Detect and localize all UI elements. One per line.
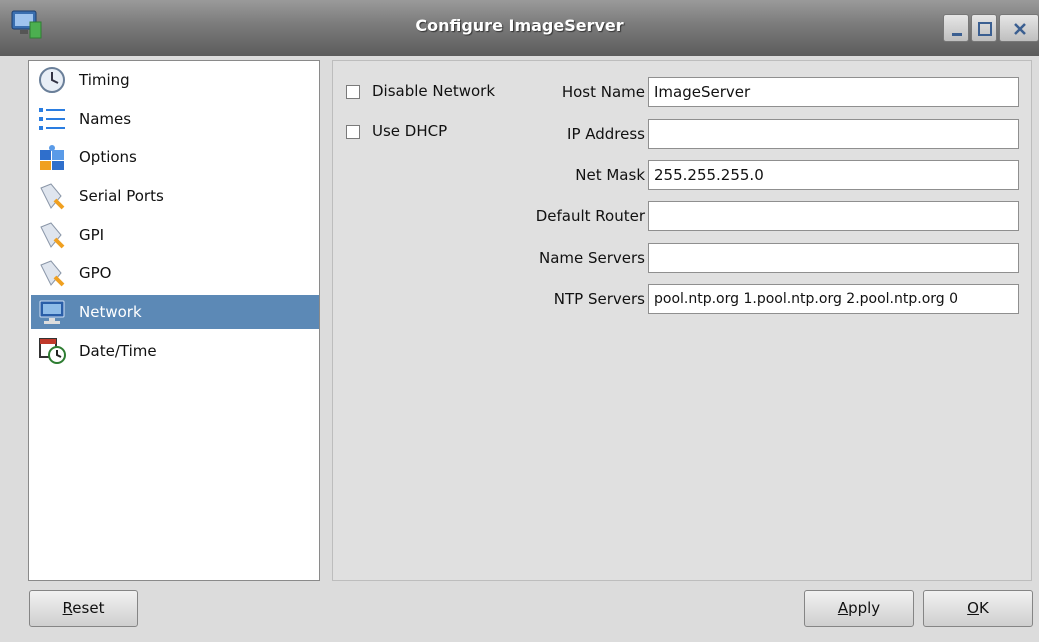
use-dhcp-checkbox[interactable] [346, 125, 360, 139]
apply-label: pply [848, 599, 881, 617]
apply-button[interactable]: Apply [804, 590, 914, 627]
default-router-field[interactable] [648, 201, 1019, 231]
calendar-clock-icon [39, 338, 66, 364]
close-button[interactable] [999, 14, 1039, 42]
default-router-label: Default Router [535, 207, 645, 225]
sidebar-item-gpo[interactable]: GPO [31, 256, 319, 290]
ip-address-field[interactable] [648, 119, 1019, 149]
ok-mnemonic: O [967, 599, 979, 617]
sidebar-item-label: GPI [79, 226, 105, 244]
sidebar-item-date-time[interactable]: Date/Time [31, 334, 319, 368]
host-name-label: Host Name [561, 83, 645, 101]
ip-address-label: IP Address [567, 125, 645, 143]
disable-network-checkbox[interactable] [346, 85, 360, 99]
sidebar-item-label: Serial Ports [79, 187, 164, 205]
minimize-icon [952, 33, 962, 36]
plug-icon [40, 183, 65, 210]
title-bar[interactable]: Configure ImageServer [0, 0, 1039, 56]
sidebar-item-gpi[interactable]: GPI [31, 218, 319, 252]
maximize-button[interactable] [971, 14, 997, 42]
sidebar-item-label: GPO [79, 264, 112, 282]
minimize-button[interactable] [943, 14, 969, 42]
ntp-servers-field[interactable]: pool.ntp.org 1.pool.ntp.org 2.pool.ntp.o… [648, 284, 1019, 314]
name-servers-label: Name Servers [538, 249, 645, 267]
ok-button[interactable]: OK [923, 590, 1033, 627]
host-name-field[interactable]: ImageServer [648, 77, 1019, 107]
sidebar-item-timing[interactable]: Timing [31, 63, 319, 97]
sidebar-item-label: Options [79, 148, 137, 166]
plug-icon [40, 222, 65, 249]
configure-window: Configure ImageServer Timing Names Optio… [0, 0, 1039, 642]
sidebar-item-options[interactable]: Options [31, 140, 319, 174]
window-title: Configure ImageServer [415, 16, 624, 35]
list-icon [39, 108, 65, 130]
monitor-icon [39, 300, 65, 324]
puzzle-icon [40, 145, 64, 170]
sidebar-item-label: Date/Time [79, 342, 157, 360]
name-servers-field[interactable] [648, 243, 1019, 273]
sidebar-item-label: Network [79, 303, 142, 321]
plug-icon [40, 260, 65, 287]
reset-button[interactable]: Reset [29, 590, 138, 627]
ok-label: K [978, 599, 989, 617]
sidebar-item-label: Timing [79, 71, 130, 89]
net-mask-label: Net Mask [575, 166, 645, 184]
sidebar-item-label: Names [79, 110, 132, 128]
net-mask-field[interactable]: 255.255.255.0 [648, 160, 1019, 190]
disable-network-label[interactable]: Disable Network [372, 82, 495, 100]
ntp-servers-label: NTP Servers [553, 290, 645, 308]
close-icon [1014, 23, 1026, 35]
clock-icon [39, 67, 65, 93]
sidebar-item-network[interactable]: Network [31, 295, 319, 329]
use-dhcp-label[interactable]: Use DHCP [372, 122, 447, 140]
sidebar-item-serial-ports[interactable]: Serial Ports [31, 179, 319, 213]
reset-mnemonic: R [62, 599, 73, 617]
category-list[interactable]: Timing Names Options Serial Ports GPI GP… [28, 60, 320, 581]
reset-label: eset [72, 599, 105, 617]
maximize-icon [978, 22, 992, 36]
sidebar-item-names[interactable]: Names [31, 102, 319, 136]
apply-mnemonic: A [837, 599, 849, 617]
